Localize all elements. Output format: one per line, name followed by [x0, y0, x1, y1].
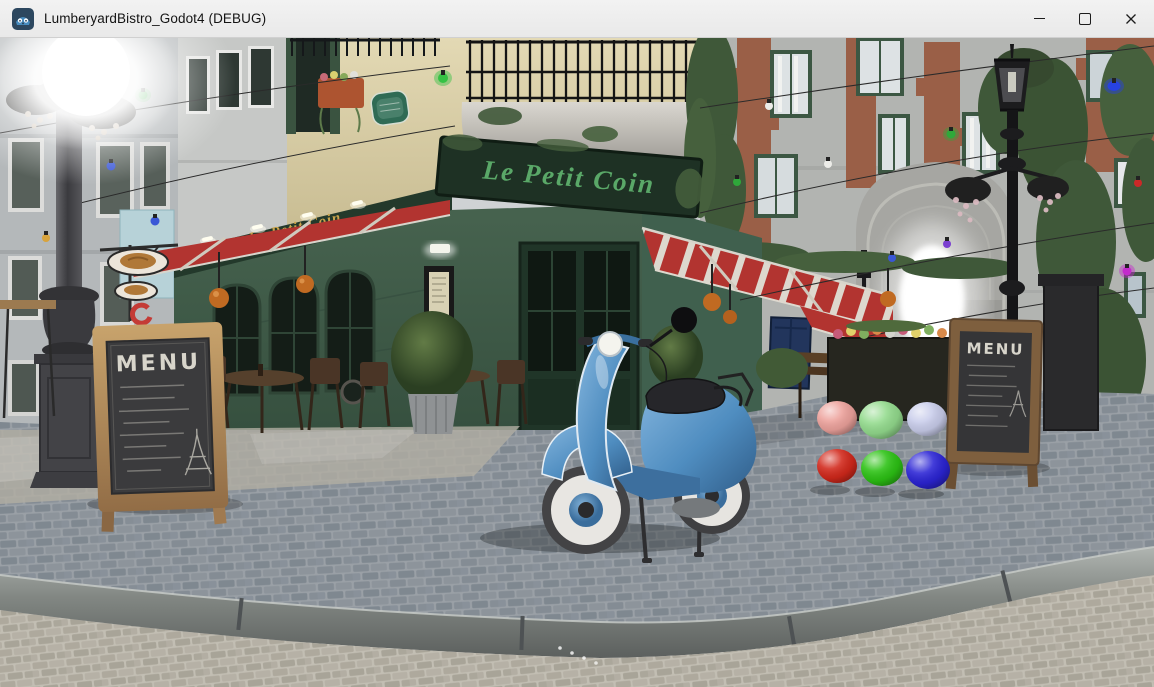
godot-icon[interactable] [12, 8, 34, 30]
menu-board-left: MENU [92, 322, 229, 533]
wall-lamp [424, 242, 456, 258]
headlamp [598, 332, 622, 356]
title-bar[interactable]: LumberyardBistro_Godot4 (DEBUG) [0, 0, 1154, 38]
scene-render: Le Petit Coin [0, 38, 1154, 687]
minimize-button[interactable] [1016, 0, 1062, 38]
menu-left-title: MENU [115, 350, 201, 378]
sphere-pastel-red [817, 401, 857, 435]
sphere-red [817, 449, 857, 483]
close-icon [1125, 13, 1137, 25]
sphere-green [861, 450, 903, 486]
close-button[interactable] [1108, 0, 1154, 38]
front-wheel [542, 466, 630, 554]
seat [646, 379, 725, 414]
street-plaque [370, 90, 410, 127]
maximize-icon [1079, 13, 1091, 25]
mirror [671, 307, 697, 333]
sphere-pastel-green [859, 401, 903, 439]
planter-bush [756, 348, 808, 388]
window-title: LumberyardBistro_Godot4 (DEBUG) [44, 11, 266, 26]
minimize-icon [1034, 18, 1045, 19]
sphere-pastel-blue [907, 402, 947, 436]
game-viewport[interactable]: Le Petit Coin [0, 38, 1154, 687]
stone-bollard [1044, 282, 1098, 430]
sphere-blue [906, 451, 950, 489]
maximize-button[interactable] [1062, 0, 1108, 38]
menu-right-title: MENU [966, 339, 1024, 359]
muffler [672, 498, 720, 518]
window-controls [1016, 0, 1154, 38]
godot-game-window: LumberyardBistro_Godot4 (DEBUG) [0, 0, 1154, 687]
